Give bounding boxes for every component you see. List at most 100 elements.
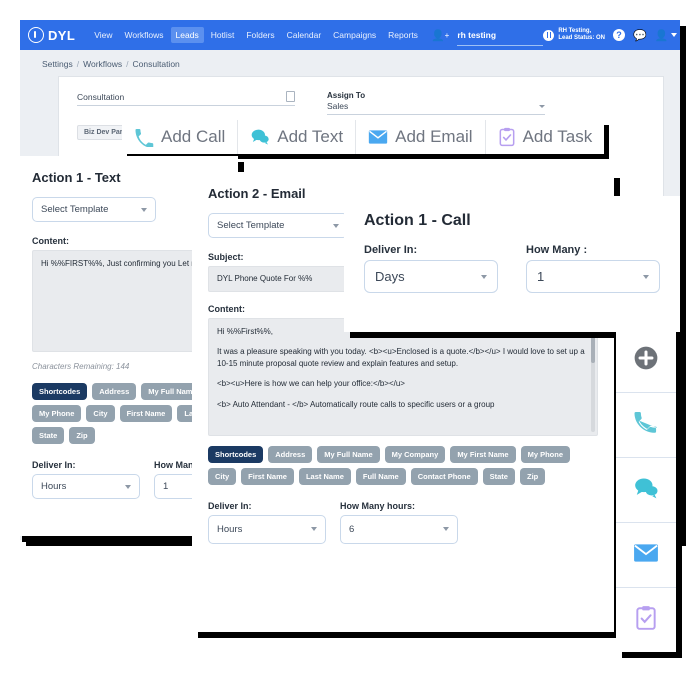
brand-name: DYL (48, 27, 76, 43)
shortcode-chip[interactable]: First Name (119, 405, 173, 422)
clipboard-check-icon (634, 605, 658, 636)
text-content-value: Hi %%FIRST%%, Just confirming you Let me… (41, 259, 221, 268)
email-content-line-4: <b> Auto Attendant - </b> Automatically … (217, 399, 495, 409)
shortcode-chip[interactable]: My Full Name (317, 445, 380, 463)
nav-item-calendar[interactable]: Calendar (282, 27, 327, 43)
email-content-line-3: <b><u>Here is how we can help your offic… (217, 379, 405, 388)
email-deliver-in-label: Deliver In: (208, 500, 252, 511)
add-call-button[interactable]: Add Call (122, 120, 239, 154)
nav-item-reports[interactable]: Reports (383, 27, 423, 43)
pause-icon (543, 29, 555, 41)
chevron-down-icon (141, 207, 147, 212)
breadcrumb-sep-1: / (76, 59, 80, 69)
call-deliver-in-value: Days (375, 269, 405, 284)
rail-task-button[interactable] (616, 588, 676, 652)
nav-item-campaigns[interactable]: Campaigns (328, 27, 381, 43)
shortcode-chip[interactable]: Zip (519, 467, 546, 485)
rail-add-button[interactable] (616, 328, 676, 393)
shortcode-chip[interactable]: City (208, 467, 237, 485)
dyl-logo-icon (28, 27, 44, 43)
rail-email-button[interactable] (616, 523, 676, 588)
add-email-button[interactable]: Add Email (356, 120, 486, 154)
envelope-icon (368, 129, 388, 145)
lead-status-text: RH Testing, Lead Status: ON (558, 28, 605, 43)
email-template-select[interactable]: Select Template (208, 213, 348, 238)
status-line-2: Lead Status: ON (558, 35, 605, 41)
text-deliver-in-field: Deliver In: Hours (32, 460, 140, 499)
shortcode-chip[interactable]: My Phone (32, 405, 82, 422)
add-action-toolbar: Add Call Add Text Add Email Add Task (122, 120, 605, 154)
top-navigation-bar: DYL View Workflows Leads Hotlist Folders… (20, 20, 680, 50)
brand-logo[interactable]: DYL (28, 27, 75, 43)
shortcode-chip[interactable]: Shortcodes (32, 383, 88, 400)
call-deliver-in-field: Deliver In: Days (364, 244, 498, 293)
workflow-name-field[interactable]: Consultation (77, 91, 295, 115)
chevron-down-icon (125, 484, 131, 489)
action-call-title: Action 1 - Call (364, 212, 471, 229)
rail-call-button[interactable] (616, 393, 676, 458)
rail-text-button[interactable] (616, 458, 676, 523)
breadcrumb-workflows[interactable]: Workflows (83, 59, 122, 69)
call-how-many-select[interactable]: 1 (526, 260, 660, 293)
nav-right-cluster: RH Testing, Lead Status: ON ? 💬 👤 (543, 28, 678, 43)
nav-item-hotlist[interactable]: Hotlist (206, 27, 240, 43)
chat-icon[interactable]: 💬 (633, 29, 647, 42)
text-deliver-in-value: Hours (41, 481, 67, 492)
shortcode-chip[interactable]: My First Name (450, 445, 516, 463)
nav-links: View Workflows Leads Hotlist Folders Cal… (89, 27, 423, 43)
lead-status-indicator[interactable]: RH Testing, Lead Status: ON (543, 28, 605, 43)
phone-icon (633, 410, 659, 441)
email-deliver-in-select[interactable]: Hours (208, 514, 326, 544)
shortcode-chip[interactable]: Last Name (298, 467, 351, 485)
shortcode-chip[interactable]: My Company (384, 445, 446, 463)
shortcode-chip[interactable]: Address (268, 445, 313, 463)
call-deliver-in-label: Deliver In: (364, 244, 418, 256)
assign-to-field[interactable]: Assign To Sales (327, 91, 545, 115)
shortcode-chip[interactable]: Shortcodes (208, 445, 264, 463)
copy-icon[interactable] (286, 91, 295, 102)
status-line-1: RH Testing, (558, 27, 592, 34)
email-content-box[interactable]: Hi %%First%%, It was a pleasure speaking… (208, 317, 598, 436)
account-icon[interactable]: 👤 (655, 29, 678, 42)
shortcode-chip[interactable]: Full Name (355, 467, 406, 485)
email-shortcodes-row: Shortcodes Address My Full Name My Compa… (208, 445, 598, 485)
search-input[interactable]: rh testing (457, 25, 544, 46)
email-deliver-in-value: Hours (217, 523, 243, 535)
text-template-select[interactable]: Select Template (32, 197, 156, 222)
shortcode-chip[interactable]: First Name (241, 467, 294, 485)
shortcode-chip[interactable]: Address (92, 383, 137, 400)
email-content-scrollbar[interactable] (591, 321, 595, 432)
call-deliver-in-select[interactable]: Days (364, 260, 498, 293)
shortcode-chip[interactable]: My Phone (520, 445, 571, 463)
shortcode-chip[interactable]: Contact Phone (410, 467, 478, 485)
chat-bubble-icon (633, 475, 659, 506)
workflow-fields-row: Consultation Assign To Sales (77, 91, 645, 115)
shortcode-chip[interactable]: City (86, 405, 115, 422)
nav-item-view[interactable]: View (89, 27, 117, 43)
chevron-down-icon (333, 223, 339, 228)
shortcode-chip[interactable]: Zip (69, 427, 95, 444)
nav-item-leads[interactable]: Leads (170, 27, 204, 43)
add-user-icon[interactable]: 👤 + (431, 29, 449, 42)
help-icon[interactable]: ? (613, 29, 625, 41)
breadcrumb-settings[interactable]: Settings (42, 59, 73, 69)
add-task-label: Add Task (522, 127, 593, 146)
breadcrumb-consultation: Consultation (132, 59, 180, 69)
nav-item-workflows[interactable]: Workflows (119, 27, 168, 43)
search-value: rh testing (457, 29, 497, 40)
add-email-label: Add Email (395, 127, 473, 146)
chat-bubble-icon (250, 127, 270, 147)
email-content-line-2: It was a pleasure speaking with you toda… (217, 347, 585, 368)
envelope-icon (633, 543, 659, 568)
shortcode-chip[interactable]: State (32, 427, 65, 444)
clipboard-check-icon (498, 127, 516, 147)
add-text-button[interactable]: Add Text (238, 120, 357, 154)
assign-to-label: Assign To (327, 91, 366, 100)
call-how-many-field: How Many : 1 (526, 244, 660, 293)
chevron-down-icon (539, 105, 545, 108)
text-deliver-in-select[interactable]: Hours (32, 474, 140, 499)
email-how-many-select[interactable]: 6 (340, 514, 458, 544)
shortcode-chip[interactable]: State (482, 467, 515, 485)
add-task-button[interactable]: Add Task (485, 120, 605, 154)
nav-item-folders[interactable]: Folders (241, 27, 279, 43)
